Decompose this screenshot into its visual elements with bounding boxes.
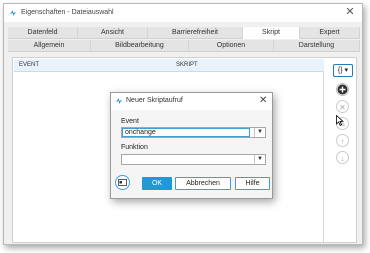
window-titlebar: Eigenschaften - Dateiauswahl ✕ [4,4,362,22]
event-dropdown-chevron-icon[interactable]: ▼ [254,128,265,137]
function-select[interactable]: ▼ [121,154,266,165]
tab-allgemein[interactable]: Allgemein [8,40,91,52]
ok-button[interactable]: OK [142,177,172,190]
function-label: Funktion [121,144,148,151]
dialog-app-icon [116,98,122,104]
app-icon [10,10,16,16]
tab-datenfeld[interactable]: Datenfeld [8,27,78,39]
event-input[interactable]: onchange [122,128,250,137]
cancel-button[interactable]: Abbrechen [175,177,231,190]
tab-barrierefreiheit[interactable]: Barrierefreiheit [148,27,243,39]
mouse-cursor-icon [336,115,344,126]
tab-skript[interactable]: Skript [243,27,300,39]
remove-icon[interactable]: ✕ [336,100,349,113]
move-down-icon[interactable]: ↓ [336,151,349,164]
new-script-dialog: Neuer Skriptaufruf ✕ Event onchange ▼ Fu… [110,92,273,199]
tab-ansicht[interactable]: Ansicht [78,27,148,39]
dialog-title: Neuer Skriptaufruf [126,97,183,104]
window-title: Eigenschaften - Dateiauswahl [21,9,114,16]
event-label: Event [121,118,139,125]
column-skript[interactable]: SKRIPT [176,62,198,68]
card-icon [118,179,127,186]
window-close-icon[interactable]: ✕ [343,5,357,19]
info-button[interactable] [115,175,130,190]
tab-optionen[interactable]: Optionen [189,40,274,52]
tab-darstellung[interactable]: Darstellung [274,40,360,52]
column-event[interactable]: EVENT [19,62,39,68]
dialog-close-icon[interactable]: ✕ [259,95,267,106]
help-button[interactable]: Hilfe [235,177,270,190]
script-menu-button[interactable]: {} ▾ [333,64,353,77]
event-select[interactable]: onchange ▼ [121,127,266,138]
tab-expert[interactable]: Expert [300,27,360,39]
add-icon[interactable] [336,83,349,96]
dialog-titlebar: Neuer Skriptaufruf ✕ [111,93,272,110]
table-header: EVENT SKRIPT [14,59,324,72]
move-up-icon[interactable]: ↑ [336,134,349,147]
function-dropdown-chevron-icon[interactable]: ▼ [254,155,265,164]
tab-bildbearbeitung[interactable]: Bildbearbeitung [91,40,189,52]
